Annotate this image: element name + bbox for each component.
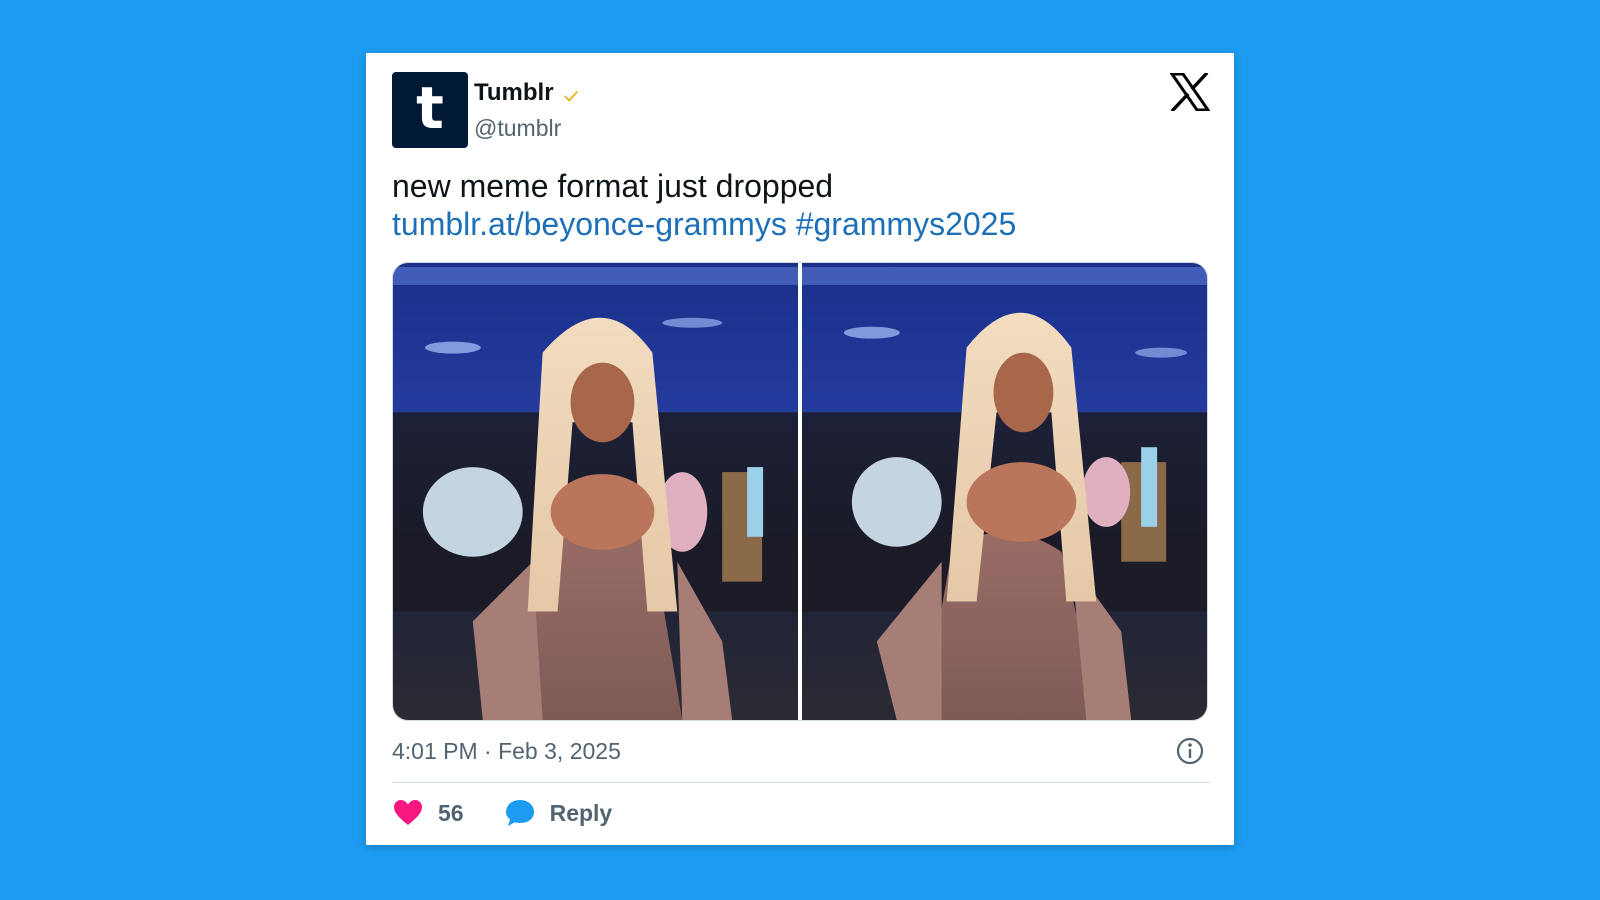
media-photo-left[interactable] <box>393 263 798 720</box>
like-count: 56 <box>438 799 464 826</box>
tumblr-avatar[interactable]: t <box>392 72 468 148</box>
verified-check-icon <box>563 90 578 102</box>
avatar-letter: t <box>416 74 444 142</box>
media-photo-right[interactable] <box>802 263 1207 720</box>
display-name-text: Tumblr <box>474 79 554 106</box>
tweet-actions: 56 Reply <box>392 797 652 829</box>
reply-button[interactable]: Reply <box>504 797 613 829</box>
tweet-text-line: new meme format just dropped <box>392 168 834 204</box>
photo-left-image <box>393 263 798 720</box>
divider <box>392 782 1210 783</box>
tweet-hashtag[interactable]: #grammys2025 <box>796 206 1017 242</box>
tweet-card: t Tumblr @tumblr new meme format just dr… <box>366 53 1234 845</box>
tweet-text: new meme format just dropped tumblr.at/b… <box>392 167 1212 243</box>
display-name[interactable]: Tumblr <box>474 79 580 107</box>
tweet-timestamp[interactable]: 4:01 PM · Feb 3, 2025 <box>392 738 621 765</box>
photo-right-image <box>802 263 1207 720</box>
speech-bubble-icon <box>505 800 534 826</box>
reply-label: Reply <box>549 799 613 826</box>
account-handle[interactable]: @tumblr <box>474 115 561 142</box>
tweet-link[interactable]: tumblr.at/beyonce-grammys <box>392 206 787 242</box>
heart-icon <box>394 800 422 825</box>
x-logo-icon[interactable] <box>1170 73 1210 111</box>
like-button[interactable]: 56 <box>392 797 464 829</box>
info-icon[interactable] <box>1175 736 1205 766</box>
tweet-media-grid <box>392 262 1208 721</box>
